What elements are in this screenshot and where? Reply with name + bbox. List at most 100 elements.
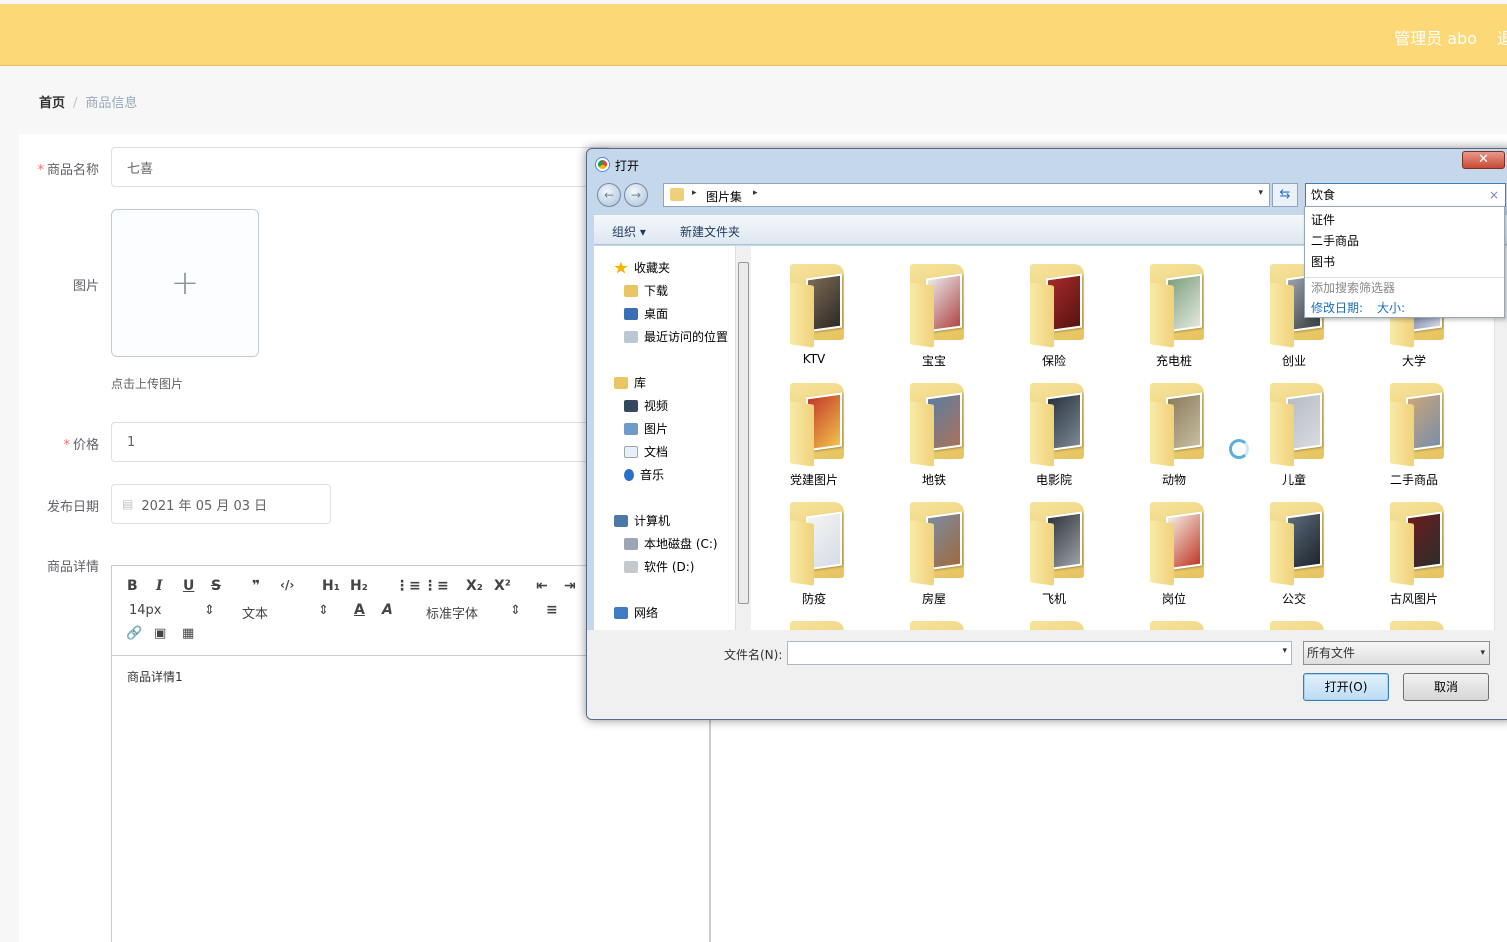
folder-name: 党建图片	[789, 473, 838, 487]
block-type-arrows[interactable]: ⇕	[318, 603, 329, 618]
date-picker[interactable]: ▤ 2021 年 05 月 03 日	[111, 484, 331, 524]
font-size-select[interactable]: 14px	[129, 603, 162, 618]
nav-software-d[interactable]: 软件 (D:)	[624, 558, 694, 575]
refresh-button[interactable]: ⇆	[1272, 183, 1298, 207]
new-folder-button[interactable]: 新建文件夹	[680, 223, 740, 240]
nav-recent[interactable]: 最近访问的位置	[624, 328, 728, 345]
organize-menu[interactable]: 组织 ▾	[612, 223, 646, 240]
close-button[interactable]: ✕	[1462, 151, 1505, 169]
folder-item[interactable]: KTV	[764, 254, 864, 372]
folder-item[interactable]: 儿童	[1244, 373, 1344, 491]
folder-name: 创业	[1281, 354, 1306, 368]
name-input[interactable]: 七喜	[111, 147, 611, 187]
filter-size[interactable]: 大小:	[1377, 299, 1405, 316]
folder-icon	[790, 401, 814, 467]
breadcrumb-home[interactable]: 首页	[39, 96, 65, 111]
folder-item[interactable]: 飞机	[1004, 492, 1104, 610]
h2-button[interactable]: H₂	[350, 578, 368, 594]
indent-button[interactable]: ⇥	[564, 578, 576, 594]
block-type-select[interactable]: 文本	[242, 603, 268, 622]
outdent-button[interactable]: ⇤	[536, 578, 548, 594]
address-path[interactable]: 图片集	[706, 188, 742, 205]
nav-libraries[interactable]: 库	[614, 374, 646, 391]
file-type-select[interactable]: 所有文件 ▾	[1303, 641, 1490, 665]
suggestion-item[interactable]: 二手商品	[1311, 232, 1359, 249]
suggestion-item[interactable]: 图书	[1311, 253, 1335, 270]
admin-username[interactable]: 管理员 abo	[1394, 25, 1477, 49]
chevron-down-icon[interactable]: ▾	[1258, 188, 1263, 198]
folder-name: 二手商品	[1389, 473, 1438, 487]
folder-item[interactable]: 房屋	[884, 492, 984, 610]
folder-item[interactable]: 保险	[1004, 254, 1104, 372]
underline-button[interactable]: U	[183, 578, 194, 594]
bold-button[interactable]: B	[127, 578, 138, 594]
price-input[interactable]: 1	[111, 422, 611, 462]
chevron-right-icon[interactable]: ▸	[753, 188, 758, 198]
address-bar[interactable]: ▸ 图片集 ▸ ▾	[663, 183, 1270, 207]
font-family-arrows[interactable]: ⇕	[510, 603, 521, 618]
nav-favorites[interactable]: 收藏夹	[614, 259, 670, 276]
top-header: 管理员 abo 退	[0, 4, 1507, 66]
nav-documents[interactable]: 文档	[624, 443, 668, 460]
folder-icon	[670, 188, 684, 201]
required-mark: *	[37, 163, 44, 178]
nav-downloads[interactable]: 下载	[624, 282, 668, 299]
font-size-arrows[interactable]: ⇕	[204, 603, 215, 618]
folder-item[interactable]: 宝宝	[884, 254, 984, 372]
subscript-button[interactable]: X₂	[466, 578, 483, 594]
bullet-list-button[interactable]: ⋮≡	[423, 578, 449, 594]
scrollbar-thumb[interactable]	[738, 262, 749, 604]
folder-item[interactable]: 二手商品	[1364, 373, 1464, 491]
folder-item[interactable]: 岗位	[1124, 492, 1224, 610]
folder-icon	[790, 520, 814, 586]
chevron-right-icon[interactable]: ▸	[692, 188, 697, 198]
font-color-button[interactable]: A	[354, 602, 365, 618]
folder-name: 地铁	[921, 473, 946, 487]
nav-local-disk-c[interactable]: 本地磁盘 (C:)	[624, 535, 718, 552]
folder-item[interactable]: 地铁	[884, 373, 984, 491]
forward-button[interactable]: →	[624, 183, 648, 207]
folder-item[interactable]: 公交	[1244, 492, 1344, 610]
cancel-button[interactable]: 取消	[1403, 673, 1489, 701]
star-icon	[614, 261, 628, 274]
editor-content[interactable]: 商品详情1	[127, 668, 183, 685]
nav-videos[interactable]: 视频	[624, 397, 668, 414]
quote-button[interactable]: ❞	[252, 578, 260, 594]
nav-music[interactable]: 音乐	[624, 466, 664, 483]
search-input[interactable]: 饮食 ×	[1305, 183, 1506, 207]
superscript-button[interactable]: X²	[494, 578, 511, 594]
ordered-list-button[interactable]: ⋮≡	[395, 578, 421, 594]
folder-name: 保险	[1041, 354, 1066, 368]
background-color-button[interactable]: A	[382, 602, 393, 618]
image-icon[interactable]: ▣	[154, 626, 166, 641]
folder-item[interactable]: 充电桩	[1124, 254, 1224, 372]
nav-desktop[interactable]: 桌面	[624, 305, 668, 322]
nav-scrollbar[interactable]	[735, 246, 751, 630]
nav-pictures[interactable]: 图片	[624, 420, 668, 437]
nav-computer[interactable]: 计算机	[614, 512, 670, 529]
suggestion-item[interactable]: 证件	[1311, 211, 1335, 228]
folder-item[interactable]: 党建图片	[764, 373, 864, 491]
folder-item[interactable]: 防疫	[764, 492, 864, 610]
filter-modified-date[interactable]: 修改日期:	[1311, 299, 1363, 316]
open-button[interactable]: 打开(O)	[1303, 673, 1389, 701]
folder-item[interactable]: 古风图片	[1364, 492, 1464, 610]
filename-input[interactable]: ▾	[787, 641, 1292, 665]
align-button[interactable]: ≡	[546, 602, 558, 618]
code-button[interactable]: ‹/›	[280, 578, 294, 592]
back-button[interactable]: ←	[597, 183, 621, 207]
folder-item[interactable]: 电影院	[1004, 373, 1104, 491]
chevron-down-icon[interactable]: ▾	[1282, 646, 1287, 656]
folder-name: 电影院	[1035, 473, 1072, 487]
video-icon[interactable]: ▦	[182, 626, 194, 641]
clear-search-icon[interactable]: ×	[1489, 184, 1499, 206]
font-family-select[interactable]: 标准字体	[426, 603, 478, 622]
folder-item[interactable]: 动物	[1124, 373, 1224, 491]
nav-network[interactable]: 网络	[614, 604, 658, 621]
h1-button[interactable]: H₁	[322, 578, 340, 594]
link-icon[interactable]: 🔗	[126, 626, 142, 641]
strikethrough-button[interactable]: S	[211, 578, 221, 594]
italic-button[interactable]: I	[156, 578, 163, 594]
image-upload[interactable]: +	[111, 209, 259, 357]
logout-link[interactable]: 退	[1497, 25, 1507, 49]
